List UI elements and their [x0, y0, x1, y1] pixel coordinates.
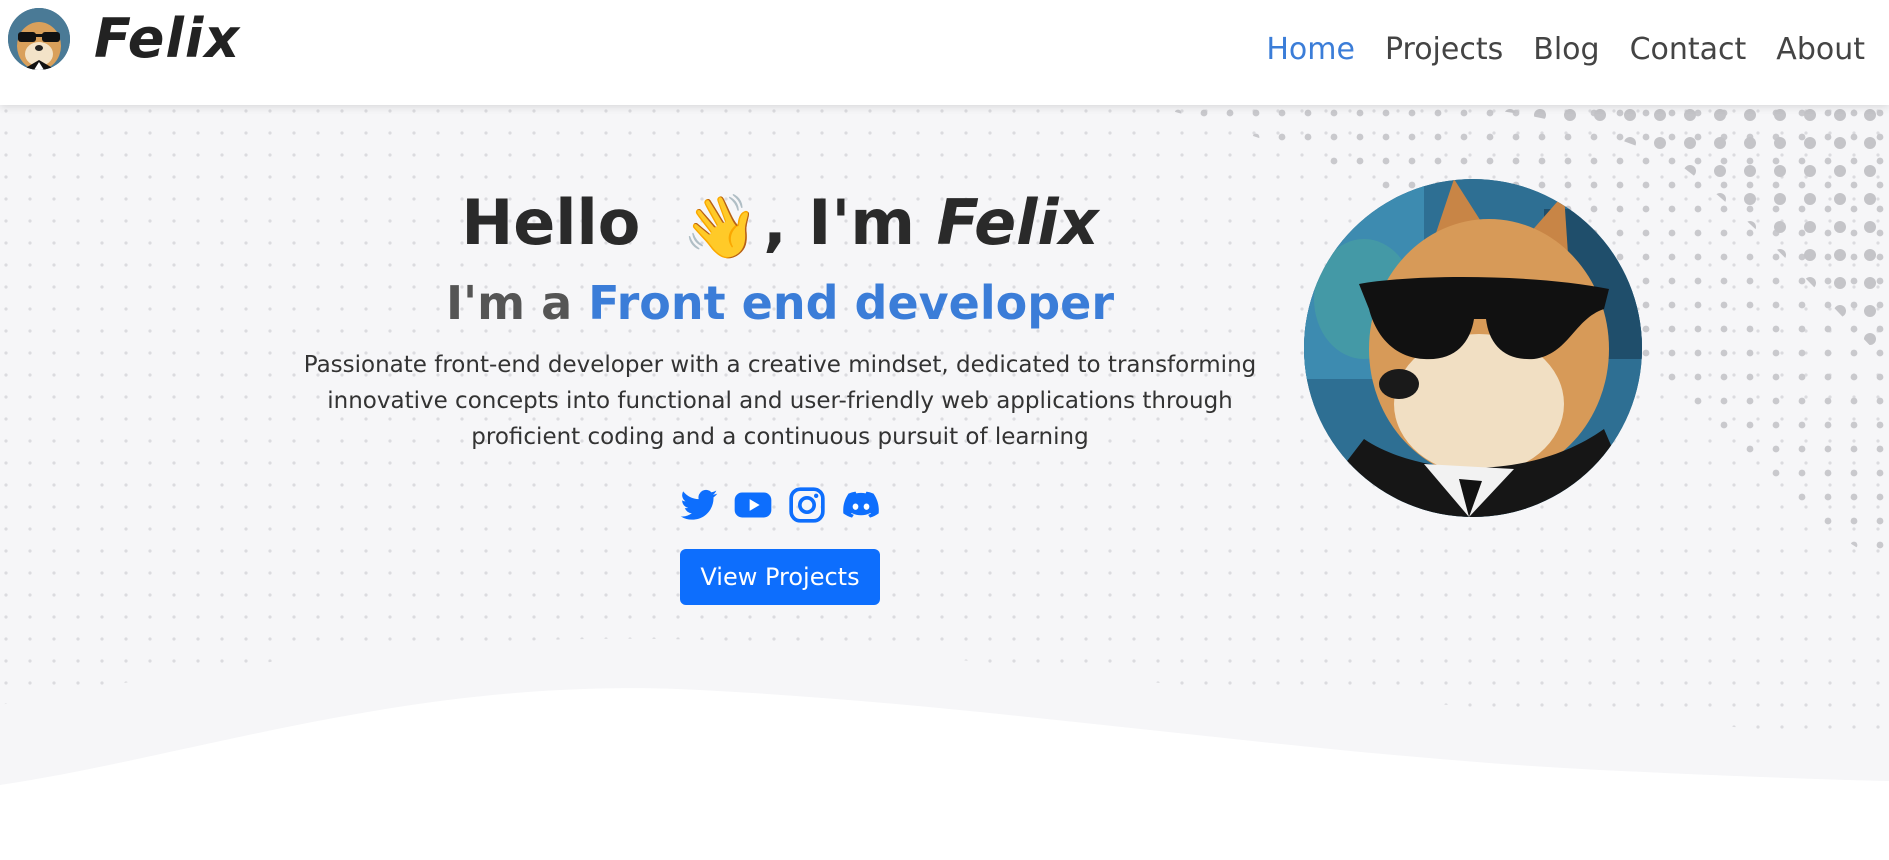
discord-icon[interactable]: [841, 485, 881, 525]
role-prefix: I'm a: [445, 275, 573, 330]
navbar: Felix Home Projects Blog Contact About: [0, 0, 1889, 105]
nav-item-about[interactable]: About: [1776, 32, 1865, 67]
youtube-icon[interactable]: [733, 485, 773, 525]
greeting-name: Felix: [936, 186, 1099, 259]
twitter-icon[interactable]: [679, 485, 719, 525]
hero-description: Passionate front-end developer with a cr…: [303, 351, 1257, 450]
brand-name: Felix: [94, 7, 241, 70]
social-links: [270, 485, 1290, 525]
hero-role: I'm a Front end developer: [270, 273, 1290, 333]
view-projects-button[interactable]: View Projects: [680, 548, 880, 605]
doge-avatar-icon: [8, 8, 70, 70]
greeting-suffix: , I'm: [763, 186, 915, 259]
nav-item-blog[interactable]: Blog: [1533, 32, 1599, 67]
doge-sunglasses-portrait: [1304, 179, 1642, 517]
main-nav: Home Projects Blog Contact About: [1236, 32, 1865, 67]
waving-hand-icon: 👋: [681, 189, 760, 263]
role-highlight: Front end developer: [588, 275, 1115, 330]
nav-item-home[interactable]: Home: [1266, 32, 1355, 67]
nav-item-projects[interactable]: Projects: [1385, 32, 1503, 67]
instagram-icon[interactable]: [787, 485, 827, 525]
hero-content: Hello 👋, I'm Felix I'm a Front end devel…: [270, 183, 1290, 605]
hero-greeting: Hello 👋, I'm Felix: [270, 183, 1290, 267]
hero-section: Hello 👋, I'm Felix I'm a Front end devel…: [0, 105, 1889, 860]
nav-item-contact[interactable]: Contact: [1630, 32, 1747, 67]
brand[interactable]: Felix: [8, 8, 240, 70]
greeting-prefix: Hello: [461, 186, 641, 259]
